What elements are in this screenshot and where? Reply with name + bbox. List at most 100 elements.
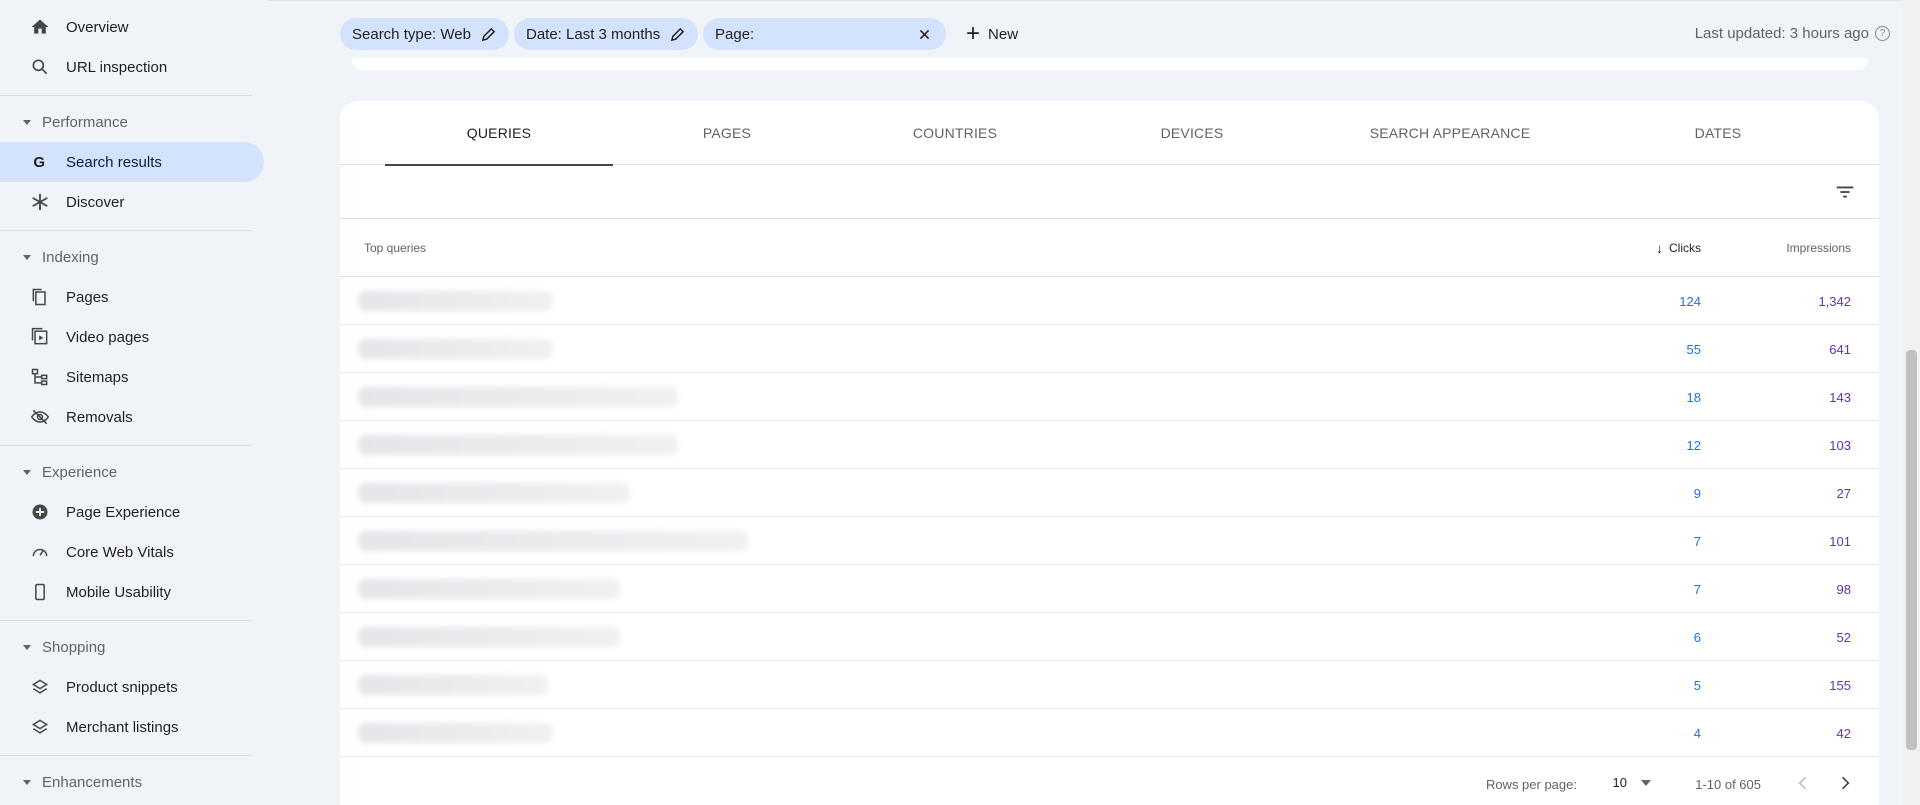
- pencil-icon[interactable]: [670, 26, 686, 42]
- row-clicks: 7: [1693, 534, 1701, 549]
- sidebar-item-page-experience[interactable]: Page Experience: [0, 492, 264, 532]
- row-impressions: 155: [1829, 678, 1851, 693]
- column-header-clicks[interactable]: ↓ Clicks: [1656, 240, 1701, 256]
- filter-bar: Search type: Web Date: Last 3 months Pag…: [268, 0, 1920, 64]
- section-indexing[interactable]: Indexing: [0, 242, 252, 272]
- scrollbar-thumb[interactable]: [1906, 350, 1917, 750]
- caret-down-icon: [1641, 779, 1651, 786]
- section-enhancements[interactable]: Enhancements: [0, 767, 252, 797]
- table-row[interactable]: 12 103: [340, 421, 1879, 469]
- query-text-blurred: [358, 339, 553, 359]
- table-header: Top queries ↓ Clicks Impressions: [340, 219, 1879, 277]
- add-circle-icon: [28, 500, 52, 524]
- sidebar-item-discover[interactable]: Discover: [0, 182, 264, 222]
- chevron-right-icon[interactable]: [1833, 771, 1857, 795]
- sidebar-item-pages[interactable]: Pages: [0, 277, 264, 317]
- chevron-left-icon[interactable]: [1791, 771, 1815, 795]
- pencil-icon[interactable]: [481, 26, 497, 42]
- query-text-blurred: [358, 291, 553, 311]
- tab-dates[interactable]: DATES: [1585, 101, 1851, 165]
- section-performance[interactable]: Performance: [0, 107, 252, 137]
- query-text-blurred: [358, 483, 630, 503]
- layers-icon: [28, 675, 52, 699]
- tab-search-appearance[interactable]: SEARCH APPEARANCE: [1315, 101, 1585, 165]
- google-g-icon: G: [28, 150, 52, 174]
- pages-icon: [28, 285, 52, 309]
- table-row[interactable]: 7 98: [340, 565, 1879, 613]
- new-filter-button[interactable]: + New: [966, 18, 1018, 50]
- table-row[interactable]: 6 52: [340, 613, 1879, 661]
- phone-icon: [28, 580, 52, 604]
- close-icon[interactable]: [918, 26, 934, 42]
- table-row[interactable]: 9 27: [340, 469, 1879, 517]
- rows-per-page-select[interactable]: 10: [1613, 775, 1651, 790]
- sidebar-item-removals[interactable]: Removals: [0, 397, 264, 437]
- sidebar-item-search-results[interactable]: G Search results: [0, 142, 264, 182]
- table-row[interactable]: 55 641: [340, 325, 1879, 373]
- row-clicks: 55: [1686, 342, 1701, 357]
- sidebar-item-mobile-usability[interactable]: Mobile Usability: [0, 572, 264, 612]
- tab-pages[interactable]: PAGES: [613, 101, 841, 165]
- sidebar-item-label: URL inspection: [66, 58, 168, 76]
- caret-down-icon: [23, 645, 31, 650]
- sidebar-item-label: Pages: [66, 288, 109, 306]
- chip-label: Date: Last 3 months: [526, 25, 661, 43]
- table-row[interactable]: 124 1,342: [340, 277, 1879, 325]
- sidebar-item-sitemaps[interactable]: Sitemaps: [0, 357, 264, 397]
- table-row[interactable]: 4 42: [340, 709, 1879, 757]
- table-row[interactable]: 18 143: [340, 373, 1879, 421]
- date-chip[interactable]: Date: Last 3 months: [514, 18, 699, 50]
- sidebar-item-merchant-listings[interactable]: Merchant listings: [0, 707, 264, 747]
- sidebar-divider: [0, 445, 252, 446]
- row-clicks: 18: [1686, 390, 1701, 405]
- row-clicks: 9: [1693, 486, 1701, 501]
- table-row[interactable]: 5 155: [340, 661, 1879, 709]
- sidebar-item-label: Mobile Usability: [66, 583, 172, 601]
- caret-down-icon: [23, 780, 31, 785]
- rows-per-page-value: 10: [1612, 775, 1627, 790]
- sidebar-item-video-pages[interactable]: Video pages: [0, 317, 264, 357]
- row-clicks: 12: [1686, 438, 1701, 453]
- page-scrollbar[interactable]: [1903, 0, 1920, 805]
- section-label: Indexing: [42, 248, 99, 266]
- sidebar-item-label: Merchant listings: [66, 718, 179, 736]
- sidebar-divider: [0, 620, 252, 621]
- chip-label: Search type: Web: [352, 25, 471, 43]
- sidebar-item-core-web-vitals[interactable]: Core Web Vitals: [0, 532, 264, 572]
- section-shopping[interactable]: Shopping: [0, 632, 252, 662]
- tab-queries[interactable]: QUERIES: [385, 101, 613, 166]
- row-impressions: 42: [1836, 726, 1851, 741]
- row-impressions: 103: [1829, 438, 1851, 453]
- page-chip[interactable]: Page:: [703, 18, 946, 50]
- section-label: Shopping: [42, 638, 106, 656]
- tab-devices[interactable]: DEVICES: [1069, 101, 1315, 165]
- column-header-queries: Top queries: [364, 241, 427, 255]
- sidebar-item-overview[interactable]: Overview: [0, 7, 264, 47]
- svg-text:G: G: [33, 154, 45, 171]
- query-text-blurred: [358, 435, 678, 455]
- row-impressions: 52: [1836, 630, 1851, 645]
- sidebar-item-label: Overview: [66, 18, 129, 36]
- table-row[interactable]: 7 101: [340, 517, 1879, 565]
- search-type-chip[interactable]: Search type: Web: [340, 18, 509, 50]
- chart-card-bottom: [352, 58, 1868, 70]
- plus-icon: +: [966, 20, 981, 47]
- sidebar: Overview URL inspection Performance G Se…: [0, 0, 268, 805]
- search-icon: [28, 55, 52, 79]
- sidebar-item-label: Discover: [66, 193, 125, 211]
- column-header-impressions[interactable]: Impressions: [1786, 241, 1851, 255]
- help-icon[interactable]: ?: [1875, 26, 1890, 41]
- row-impressions: 27: [1836, 486, 1851, 501]
- query-text-blurred: [358, 675, 548, 695]
- sidebar-item-label: Page Experience: [66, 503, 181, 521]
- video-page-icon: [28, 325, 52, 349]
- query-text-blurred: [358, 387, 678, 407]
- section-label: Enhancements: [42, 773, 143, 791]
- tab-countries[interactable]: COUNTRIES: [841, 101, 1069, 165]
- section-label: Experience: [42, 463, 118, 481]
- filter-icon[interactable]: [1833, 180, 1857, 204]
- sidebar-item-label: Search results: [66, 153, 162, 171]
- section-experience[interactable]: Experience: [0, 457, 252, 487]
- sidebar-item-product-snippets[interactable]: Product snippets: [0, 667, 264, 707]
- sidebar-item-url-inspection[interactable]: URL inspection: [0, 47, 264, 87]
